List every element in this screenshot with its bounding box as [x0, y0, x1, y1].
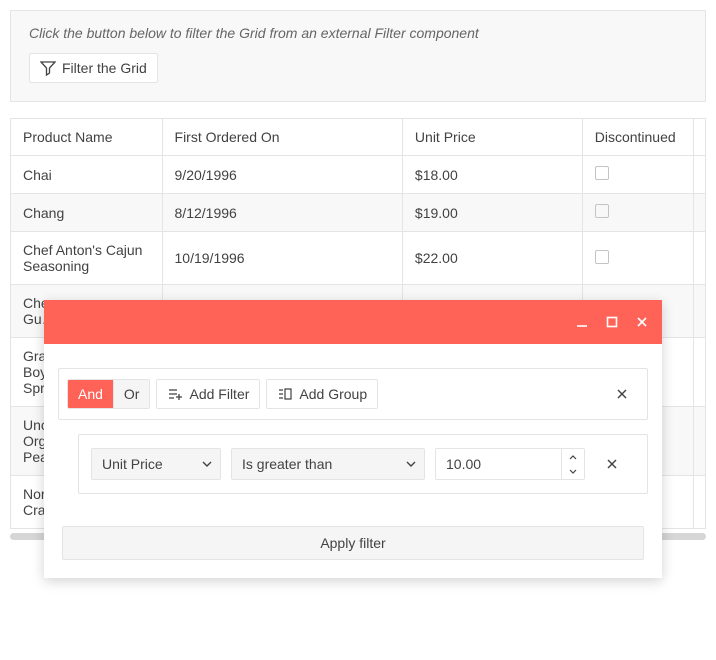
value-numeric-input[interactable]: 10.00 [435, 448, 585, 480]
operator-dropdown-value: Is greater than [242, 456, 332, 472]
logic-toggle: And Or [67, 379, 150, 409]
cell-date: 10/19/1996 [162, 232, 402, 285]
filter-grid-label: Filter the Grid [62, 60, 147, 76]
checkbox[interactable] [595, 250, 609, 264]
field-dropdown[interactable]: Unit Price [91, 448, 221, 480]
or-button[interactable]: Or [113, 380, 150, 408]
cell-name: Chang [11, 194, 163, 232]
add-group-icon [277, 386, 293, 402]
hint-text: Click the button below to filter the Gri… [29, 25, 687, 41]
info-card: Click the button below to filter the Gri… [10, 10, 706, 102]
cell-date: 9/20/1996 [162, 156, 402, 194]
cell-name: Chef Anton's Cajun Seasoning [11, 232, 163, 285]
table-row: Chai 9/20/1996 $18.00 [11, 156, 706, 194]
filter-window: And Or Add Filter Add Group [44, 300, 662, 578]
apply-filter-button[interactable]: Apply filter [62, 526, 644, 560]
col-header[interactable]: Unit Price [402, 119, 582, 156]
minimize-button[interactable] [574, 314, 590, 330]
spinner-down[interactable] [562, 464, 584, 479]
remove-filter-button[interactable] [595, 447, 629, 481]
field-dropdown-value: Unit Price [102, 456, 163, 472]
caret-down-icon [202, 456, 212, 472]
cell-disc [582, 194, 693, 232]
add-group-label: Add Group [299, 386, 367, 402]
add-filter-label: Add Filter [189, 386, 249, 402]
table-row: Chang 8/12/1996 $19.00 [11, 194, 706, 232]
checkbox[interactable] [595, 204, 609, 218]
cell-name: Chai [11, 156, 163, 194]
value-text: 10.00 [446, 456, 561, 472]
spinner-up[interactable] [562, 449, 584, 464]
col-header[interactable]: Discontinued [582, 119, 693, 156]
cell-price: $18.00 [402, 156, 582, 194]
cell-disc [582, 232, 693, 285]
filter-icon [40, 60, 56, 76]
and-button[interactable]: And [68, 380, 113, 408]
operator-dropdown[interactable]: Is greater than [231, 448, 425, 480]
cell-date: 8/12/1996 [162, 194, 402, 232]
filter-grid-button[interactable]: Filter the Grid [29, 53, 158, 83]
cell-disc [582, 156, 693, 194]
add-filter-button[interactable]: Add Filter [156, 379, 260, 409]
filter-expression-row: Unit Price Is greater than 10.00 [78, 434, 648, 494]
table-row: Chef Anton's Cajun Seasoning 10/19/1996 … [11, 232, 706, 285]
close-window-button[interactable] [634, 314, 650, 330]
caret-down-icon [406, 456, 416, 472]
col-header[interactable]: First Ordered On [162, 119, 402, 156]
window-titlebar [44, 300, 662, 344]
add-filter-icon [167, 386, 183, 402]
filter-toolbar: And Or Add Filter Add Group [58, 368, 648, 420]
cell-price: $22.00 [402, 232, 582, 285]
remove-group-button[interactable] [605, 377, 639, 411]
checkbox[interactable] [595, 166, 609, 180]
maximize-button[interactable] [604, 314, 620, 330]
add-group-button[interactable]: Add Group [266, 379, 378, 409]
grid-header-row: Product Name First Ordered On Unit Price… [11, 119, 706, 156]
cell-price: $19.00 [402, 194, 582, 232]
spinner-buttons [561, 449, 584, 479]
col-header[interactable]: Product Name [11, 119, 163, 156]
window-body: And Or Add Filter Add Group [44, 344, 662, 578]
col-header-extra [693, 119, 705, 156]
